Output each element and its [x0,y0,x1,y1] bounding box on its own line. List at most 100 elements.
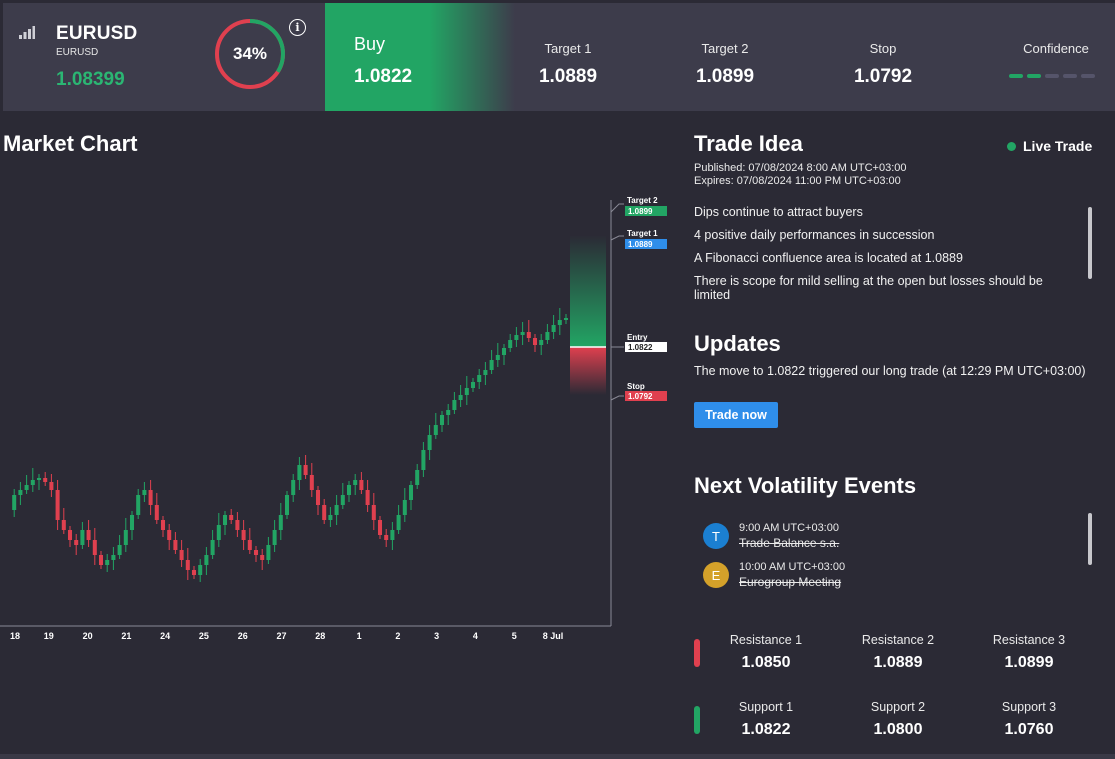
candle-body [167,530,172,540]
candle-body [235,520,240,530]
candle-body [260,555,265,560]
trade-idea-points: Dips continue to attract buyers 4 positi… [694,205,1074,312]
bar-chart-icon [19,26,35,39]
candle-body [12,495,17,510]
expires-date: Expires: 07/08/2024 11:00 PM UTC+03:00 [694,175,901,187]
symbol-subtitle: EURUSD [56,47,99,58]
confidence-segment [1081,74,1095,78]
candle-body [210,540,215,555]
confidence-segment [1009,74,1023,78]
idea-point: There is scope for mild selling at the o… [694,274,1043,302]
x-tick-label: 3 [434,631,439,641]
candle-body [545,332,550,340]
support-3: Support 3 1.0760 [964,700,1094,739]
candle-body [185,560,190,570]
info-icon[interactable]: i [289,19,306,36]
candle-body [241,530,246,540]
level-label: Resistance 3 [992,633,1066,647]
target-2-connector [610,203,624,213]
candle-body [67,530,73,540]
updates-title: Updates [694,331,781,356]
candle-body [328,515,333,520]
candle-body [470,382,476,388]
event-badge-icon: T [703,523,729,549]
resistance-2: Resistance 2 1.0889 [833,633,963,672]
candle-body [92,540,97,555]
symbol-block: EURUSD EURUSD 1.08399 34% i [3,3,325,111]
event-item[interactable]: T 9:00 AM UTC+03:00 Trade Balance s.a. [703,520,839,550]
update-text: The move to 1.0822 triggered our long tr… [694,364,1086,378]
events-scrollbar[interactable] [1088,513,1092,565]
candle-body [464,388,469,395]
candle-body [222,515,228,525]
marker-label: Stop [627,382,645,391]
x-tick-label: 25 [199,631,209,641]
direction-label: Buy [354,34,386,54]
idea-scrollbar[interactable] [1088,207,1092,279]
candle-body [266,545,271,560]
candle-body [272,530,277,545]
candle-body [204,555,209,565]
direction-block: Buy 1.0822 [325,3,515,111]
marker-label: Target 2 [627,196,658,205]
candle-body [334,505,339,515]
candle-body [439,415,445,425]
candle-body [55,490,60,520]
candle-body [477,375,482,382]
stat-target-1: Target 1 1.0889 [508,3,628,111]
candle-body [514,335,519,340]
candle-body [247,540,252,550]
x-tick-label: 19 [44,631,54,641]
candle-body [508,340,513,348]
gauge-percent: 34% [232,44,268,63]
confidence-segment [1063,74,1077,78]
candle-body [539,340,544,345]
candle-body [297,465,302,480]
candle-body [253,550,259,555]
candle-body [458,395,463,400]
trade-now-button[interactable]: Trade now [694,402,778,428]
candlestick-chart[interactable]: Target 2 1.0899 Target 1 1.0889 Entry 1.… [0,160,680,660]
level-value: 1.0899 [1004,654,1054,671]
resistance-1: Resistance 1 1.0850 [701,633,831,672]
idea-point: 4 positive daily performances in success… [694,228,935,243]
candle-body [359,480,364,490]
live-trade-label: Live Trade [1023,138,1093,154]
level-label: Support 2 [870,700,926,714]
candle-body [80,530,85,545]
event-badge-icon: E [703,562,729,588]
candle-body [98,555,104,565]
candle-body [408,485,414,500]
marker-label: Entry [627,333,648,342]
candle-body [229,515,234,520]
candle-body [111,555,116,560]
x-tick-label: 1 [357,631,362,641]
marker-target-2: Target 2 1.0899 [625,196,667,216]
candle-body [36,478,42,480]
target-1-connector [610,235,624,241]
support-1: Support 1 1.0822 [701,700,831,739]
support-2: Support 2 1.0800 [833,700,963,739]
stop-connector [610,395,624,401]
level-label: Resistance 1 [729,633,803,647]
published-date: Published: 07/08/2024 8:00 AM UTC+03:00 [694,162,907,174]
live-trade-indicator: Live Trade [1007,138,1092,154]
candle-body [117,545,122,555]
candle-body [30,480,35,485]
chart-title: Market Chart [3,131,138,156]
level-value: 1.0800 [873,721,923,738]
level-value: 1.0760 [1004,721,1054,738]
candle-body [340,495,345,505]
stat-value: 1.0792 [853,66,913,87]
x-tick-label: 21 [121,631,131,641]
candle-body [384,535,389,540]
confidence-meter [1009,74,1095,78]
candle-body [154,505,159,520]
event-item[interactable]: E 10:00 AM UTC+03:00 Eurogroup Meeting [703,559,845,589]
candle-body [446,410,451,415]
top-bar: EURUSD EURUSD 1.08399 34% i Buy 1.0822 T… [3,3,1115,111]
event-name: Eurogroup Meeting [739,575,842,589]
candle-body [557,320,562,325]
candle-body [303,465,308,475]
candle-body [532,338,538,345]
